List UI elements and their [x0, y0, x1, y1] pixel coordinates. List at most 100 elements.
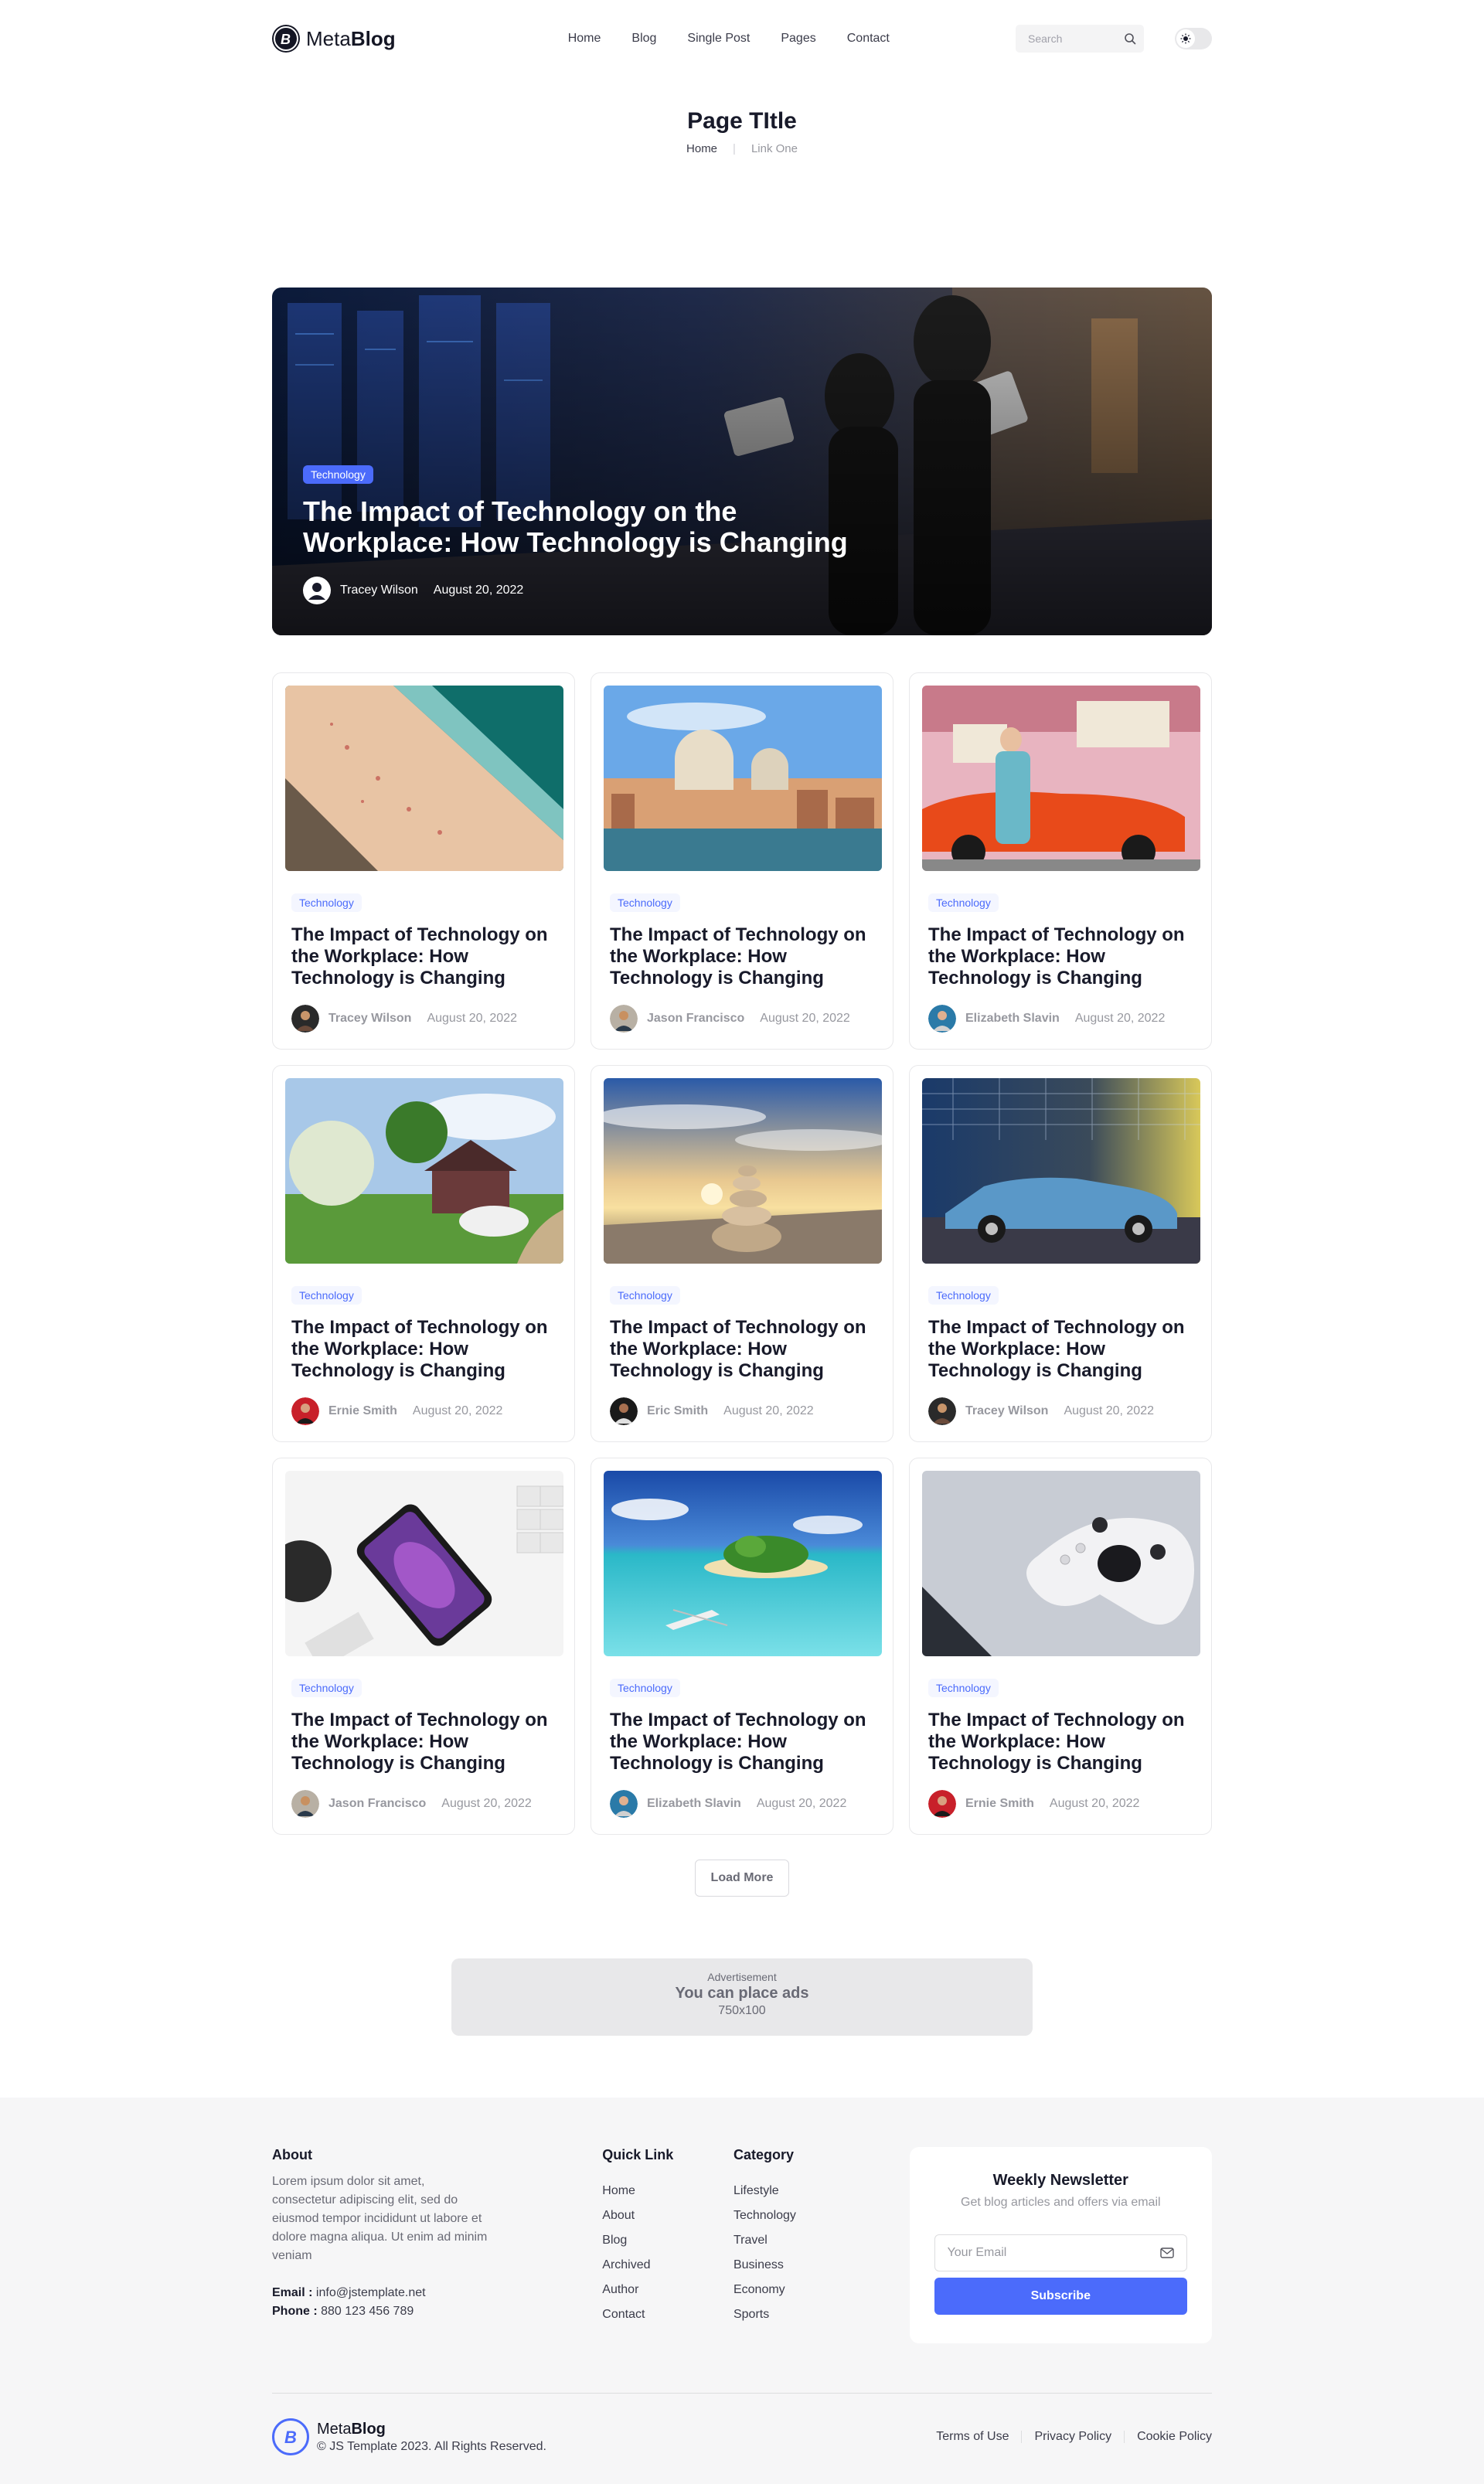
hero-category-badge[interactable]: Technology [303, 465, 373, 484]
load-more-button[interactable]: Load More [694, 1860, 790, 1897]
author-name[interactable]: Ernie Smith [328, 1404, 397, 1418]
post-title[interactable]: The Impact of Technology on the Workplac… [610, 1710, 874, 1775]
post-title[interactable]: The Impact of Technology on the Workplac… [291, 1317, 556, 1382]
search-input[interactable] [1028, 32, 1113, 45]
page-title: Page TItle [687, 108, 797, 134]
post-category-badge[interactable]: Technology [610, 893, 680, 912]
author-name[interactable]: Jason Francisco [328, 1797, 426, 1811]
footer-brand[interactable]: B MetaBlog © JS Template 2023. All Right… [272, 2418, 546, 2455]
logo[interactable]: B MetaBlog [272, 25, 396, 53]
post-card[interactable]: Technology The Impact of Technology on t… [591, 672, 893, 1050]
search-icon[interactable] [1124, 32, 1136, 45]
post-card[interactable]: Technology The Impact of Technology on t… [591, 1065, 893, 1442]
author-avatar [291, 1397, 319, 1425]
footer-link-contact[interactable]: Contact [602, 2305, 733, 2324]
footer-category-lifestyle[interactable]: Lifestyle [733, 2182, 910, 2200]
hero-author-avatar [303, 577, 331, 604]
author-name[interactable]: Eric Smith [647, 1404, 708, 1418]
nav-single-post[interactable]: Single Post [687, 32, 750, 46]
post-category-badge[interactable]: Technology [291, 1679, 362, 1697]
author-name[interactable]: Elizabeth Slavin [965, 1012, 1060, 1026]
footer-category-title: Category [733, 2147, 794, 2162]
footer-phone-number[interactable]: 880 123 456 789 [321, 2305, 414, 2318]
post-card[interactable]: Technology The Impact of Technology on t… [909, 1065, 1212, 1442]
svg-text:B: B [281, 32, 291, 47]
post-card[interactable]: Technology The Impact of Technology on t… [272, 672, 575, 1050]
post-image-beach [285, 686, 563, 871]
post-card[interactable]: Technology The Impact of Technology on t… [270, 1458, 575, 1835]
post-card[interactable]: Technology The Impact of Technology on t… [909, 1458, 1212, 1835]
author-name[interactable]: Elizabeth Slavin [647, 1797, 741, 1811]
post-date: August 20, 2022 [412, 1404, 503, 1417]
advertisement-banner[interactable]: Advertisement You can place ads 750x100 [451, 1958, 1033, 2036]
footer-quick-title: Quick Link [602, 2147, 674, 2162]
footer-category-economy[interactable]: Economy [733, 2281, 910, 2299]
svg-text:B: B [284, 2428, 297, 2447]
author-name[interactable]: Ernie Smith [965, 1797, 1034, 1811]
footer-brand-name: MetaBlog [317, 2420, 386, 2438]
theme-toggle[interactable] [1175, 28, 1212, 49]
post-title[interactable]: The Impact of Technology on the Workplac… [610, 1317, 874, 1382]
post-title[interactable]: The Impact of Technology on the Workplac… [610, 924, 874, 989]
logo-mark-icon: B [272, 25, 300, 53]
cookie-link[interactable]: Cookie Policy [1137, 2430, 1212, 2444]
author-avatar [928, 1005, 956, 1033]
breadcrumb-home[interactable]: Home [686, 142, 717, 155]
search-box [1016, 25, 1144, 53]
terms-link[interactable]: Terms of Use [936, 2430, 1009, 2444]
post-category-badge[interactable]: Technology [928, 893, 999, 912]
post-title[interactable]: The Impact of Technology on the Workplac… [291, 924, 556, 989]
nav-contact[interactable]: Contact [847, 32, 890, 46]
nav-blog[interactable]: Blog [631, 32, 656, 46]
breadcrumb: Home | Link One [0, 142, 1484, 155]
post-card[interactable]: Technology The Impact of Technology on t… [272, 1065, 575, 1442]
post-title[interactable]: The Impact of Technology on the Workplac… [291, 1710, 556, 1775]
author-avatar [610, 1790, 638, 1818]
post-title[interactable]: The Impact of Technology on the Workplac… [928, 924, 1193, 989]
privacy-link[interactable]: Privacy Policy [1034, 2430, 1111, 2444]
site-footer: About Lorem ipsum dolor sit amet, consec… [0, 2098, 1484, 2484]
post-category-badge[interactable]: Technology [610, 1286, 680, 1305]
post-title[interactable]: The Impact of Technology on the Workplac… [928, 1710, 1193, 1775]
hero-title[interactable]: The Impact of Technology on the Workplac… [303, 496, 890, 558]
post-title[interactable]: The Impact of Technology on the Workplac… [928, 1317, 1193, 1382]
subscribe-button[interactable]: Subscribe [934, 2278, 1188, 2315]
breadcrumb-link-one[interactable]: Link One [751, 142, 798, 155]
post-image-classic-car [922, 1078, 1200, 1264]
envelope-icon [1160, 2248, 1174, 2258]
footer-link-home[interactable]: Home [602, 2182, 733, 2200]
post-date: August 20, 2022 [1049, 1797, 1140, 1810]
post-category-badge[interactable]: Technology [291, 893, 362, 912]
newsletter-title: Weekly Newsletter [992, 2172, 1128, 2189]
post-category-badge[interactable]: Technology [928, 1286, 999, 1305]
footer-category-business[interactable]: Business [733, 2256, 910, 2275]
footer-email-link[interactable]: info@jstemplate.net [316, 2286, 426, 2299]
footer-link-archived[interactable]: Archived [602, 2256, 733, 2275]
post-category-badge[interactable]: Technology [610, 1679, 680, 1697]
post-category-badge[interactable]: Technology [291, 1286, 362, 1305]
footer-about-title: About [272, 2147, 312, 2162]
nav-pages[interactable]: Pages [781, 32, 815, 46]
footer-link-author[interactable]: Author [602, 2281, 733, 2299]
newsletter-subtitle: Get blog articles and offers via email [961, 2196, 1161, 2209]
author-name[interactable]: Tracey Wilson [328, 1012, 411, 1026]
footer-email: Email : info@jstemplate.net [272, 2286, 426, 2299]
post-image-house [285, 1078, 563, 1264]
footer-category-sports[interactable]: Sports [733, 2305, 910, 2324]
author-name[interactable]: Jason Francisco [647, 1012, 744, 1026]
footer-link-blog[interactable]: Blog [602, 2231, 733, 2250]
footer-category-technology[interactable]: Technology [733, 2207, 910, 2225]
hero-author-name[interactable]: Tracey Wilson [340, 584, 418, 597]
footer-category-travel[interactable]: Travel [733, 2231, 910, 2250]
nav-home[interactable]: Home [568, 32, 601, 46]
newsletter-email-input[interactable] [947, 2246, 1133, 2260]
post-category-badge[interactable]: Technology [928, 1679, 999, 1697]
footer-link-about[interactable]: About [602, 2207, 733, 2225]
author-avatar [610, 1397, 638, 1425]
author-name[interactable]: Tracey Wilson [965, 1404, 1048, 1418]
post-card[interactable]: Technology The Impact of Technology on t… [591, 1458, 893, 1835]
hero-featured-post[interactable]: Technology The Impact of Technology on t… [272, 288, 1212, 635]
breadcrumb-separator: | [733, 142, 736, 155]
post-card[interactable]: Technology The Impact of Technology on t… [909, 672, 1212, 1050]
main-nav: Home Blog Single Post Pages Contact [568, 32, 890, 46]
